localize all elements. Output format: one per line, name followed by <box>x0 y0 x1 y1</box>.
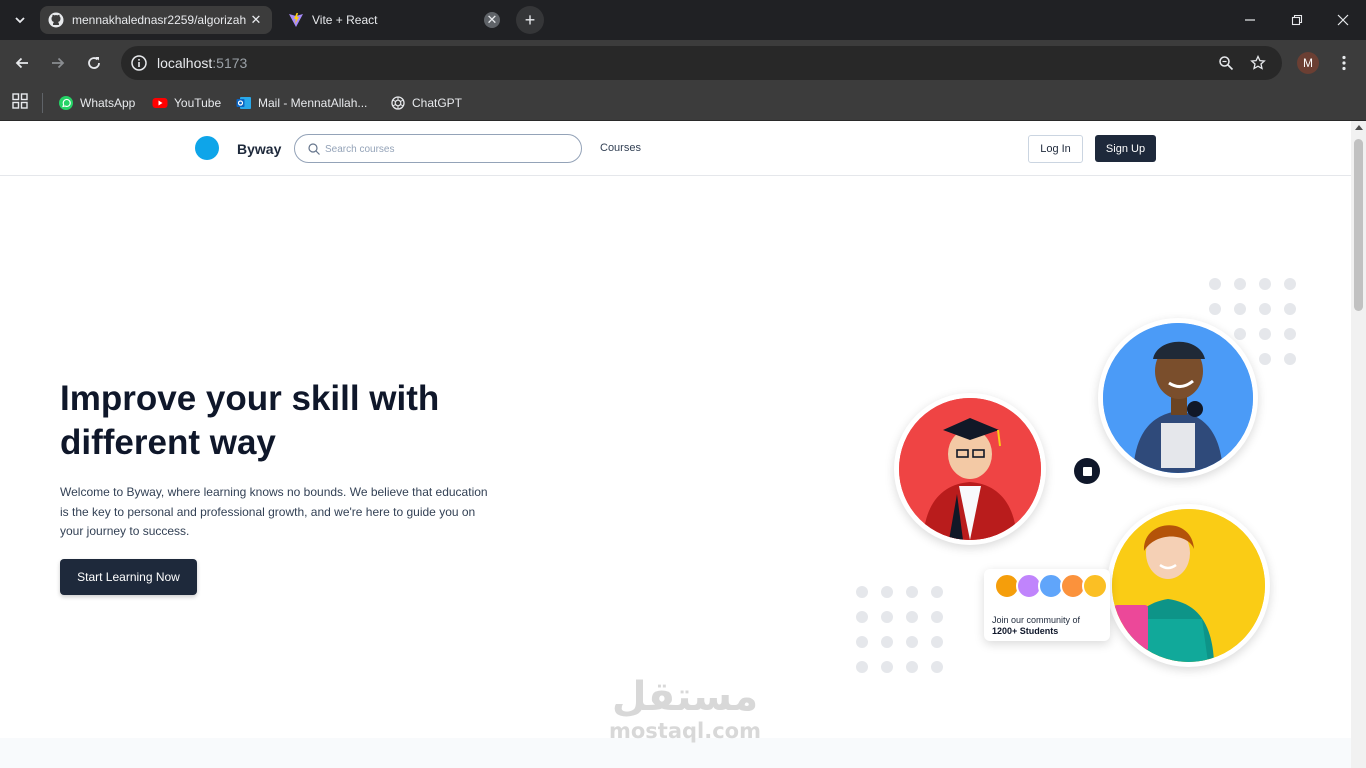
whatsapp-icon <box>59 96 73 110</box>
reload-icon[interactable] <box>82 51 106 75</box>
search-input[interactable] <box>325 139 565 159</box>
signup-button[interactable]: Sign Up <box>1095 135 1156 162</box>
close-window-icon[interactable] <box>1331 8 1355 32</box>
student-photo-red <box>894 393 1046 545</box>
chatgpt-icon <box>391 96 405 110</box>
community-caption: Join our community of <box>992 615 1081 625</box>
bookmark-chatgpt[interactable]: ChatGPT <box>390 92 462 114</box>
nav-link-courses[interactable]: Courses <box>600 142 641 154</box>
bookmark-star-icon[interactable] <box>1248 53 1268 73</box>
watermark-logo: مستقل mostaql.com <box>600 674 770 742</box>
bookmarks-separator <box>42 93 43 113</box>
tab-search-chevron-icon[interactable] <box>8 8 32 32</box>
zoom-icon[interactable] <box>1216 53 1236 73</box>
github-icon <box>48 12 64 28</box>
youtube-icon <box>152 98 168 108</box>
brand-logo-icon[interactable] <box>195 136 219 160</box>
close-tab-icon[interactable]: ✕ <box>248 12 264 28</box>
browser-toolbar: localhost:5173 M <box>0 40 1366 86</box>
url-port: :5173 <box>212 55 248 71</box>
bookmark-label: YouTube <box>174 96 222 110</box>
student-photo-yellow <box>1107 504 1270 667</box>
vite-icon <box>289 13 303 27</box>
bookmark-label: Mail - MennatAllah... <box>258 96 368 110</box>
community-count: 1200+ Students <box>992 626 1059 636</box>
page-scrollbar[interactable] <box>1351 121 1366 768</box>
student-avatars <box>994 573 1108 599</box>
watermark-arabic: مستقل <box>611 674 759 720</box>
apps-grid-icon[interactable] <box>12 93 28 109</box>
scrollbar-thumb[interactable] <box>1354 139 1363 311</box>
search-icon <box>308 143 320 155</box>
page-viewport: Byway Courses Log In Sign Up Improve you… <box>0 121 1351 768</box>
avatar <box>1082 573 1108 599</box>
hero-title-line-1: Improve your skill with <box>60 379 440 418</box>
tab-title: Vite + React <box>312 13 378 27</box>
outlook-mail-icon <box>236 97 251 109</box>
url-host: localhost <box>157 55 213 71</box>
back-arrow-icon[interactable] <box>10 51 34 75</box>
watermark-latin: mostaql.com <box>609 719 761 743</box>
profile-avatar[interactable]: M <box>1297 52 1319 74</box>
browser-tab-strip: mennakhalednasr2259/algorizah ✕ Vite + R… <box>0 0 1366 40</box>
course-search-box[interactable] <box>294 134 582 163</box>
forward-arrow-icon[interactable] <box>46 51 70 75</box>
site-info-icon[interactable] <box>129 53 149 73</box>
bookmark-label: WhatsApp <box>80 96 136 110</box>
bookmark-label: ChatGPT <box>412 96 463 110</box>
stop-video-icon[interactable] <box>1074 458 1100 484</box>
bookmark-whatsapp[interactable]: WhatsApp <box>58 92 135 114</box>
address-bar[interactable]: localhost:5173 <box>121 46 1282 80</box>
scroll-up-arrow-icon[interactable] <box>1355 125 1363 130</box>
site-header: Byway Courses Log In Sign Up <box>0 121 1351 176</box>
student-portrait-image <box>1103 323 1253 473</box>
hero-title: Improve your skill with different way <box>60 377 520 465</box>
start-learning-button[interactable]: Start Learning Now <box>60 559 197 595</box>
student-photo-blue <box>1098 318 1258 478</box>
tab-title: mennakhalednasr2259/algorizah <box>72 13 247 27</box>
hero-description: Welcome to Byway, where learning knows n… <box>60 485 488 538</box>
url-text[interactable]: localhost:5173 <box>157 55 247 71</box>
tab-vite-react[interactable]: Vite + React ✕ <box>280 6 508 34</box>
hero-title-line-2: different way <box>60 423 276 462</box>
login-button[interactable]: Log In <box>1028 135 1083 163</box>
minimize-icon[interactable] <box>1238 8 1262 32</box>
graduate-portrait-image <box>899 398 1041 540</box>
decorative-dot-grid-bottom <box>856 586 943 673</box>
browser-menu-icon[interactable] <box>1332 51 1356 75</box>
bookmarks-bar: WhatsApp YouTube Mail - MennatAllah... C… <box>0 86 1366 121</box>
new-tab-plus-icon[interactable]: + <box>516 6 544 34</box>
brand-name[interactable]: Byway <box>237 141 281 157</box>
community-card: Join our community of 1200+ Students <box>984 569 1110 641</box>
bookmark-youtube[interactable]: YouTube <box>152 92 221 114</box>
student-with-books-image <box>1112 509 1265 662</box>
bookmark-outlook-mail[interactable]: Mail - MennatAllah... <box>236 92 367 114</box>
close-tab-icon[interactable]: ✕ <box>484 12 500 28</box>
restore-icon[interactable] <box>1285 8 1309 32</box>
tab-github[interactable]: mennakhalednasr2259/algorizah ✕ <box>40 6 272 34</box>
